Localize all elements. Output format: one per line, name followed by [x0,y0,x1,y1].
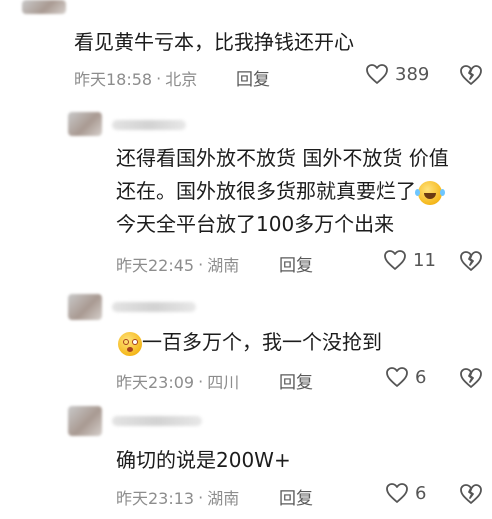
broken-heart-icon [459,250,483,272]
dislike-button[interactable] [459,250,483,272]
broken-heart-icon [459,64,483,86]
comment-text: 确切的说是200W+ [116,448,291,472]
heart-outline-icon [383,249,407,271]
comment-time: 昨天23:09 [116,373,195,392]
dislike-button[interactable] [459,64,483,86]
comment-location: 湖南 [207,256,240,275]
comment-time: 昨天18:58 [74,70,153,89]
dizzy-face-emoji [118,331,142,356]
username[interactable] [112,416,202,426]
comment-meta: 昨天23:13 · 湖南 [116,485,239,509]
reply-button[interactable]: 回复 [279,368,313,393]
like-count: 6 [415,482,427,504]
meta-separator: · [198,487,204,507]
comment-meta: 昨天18:58 · 北京 [74,66,197,90]
meta-separator: · [156,68,162,88]
laughing-tears-emoji [415,180,442,205]
meta-separator: · [198,254,204,274]
username[interactable] [112,302,196,312]
like-count: 6 [415,366,427,388]
reply-button[interactable]: 回复 [279,484,313,509]
heart-outline-icon [385,366,409,388]
comment-time: 昨天23:13 [116,489,195,508]
like-count: 11 [413,249,436,271]
broken-heart-icon [459,483,483,505]
reply-button[interactable]: 回复 [236,65,270,90]
reply-button[interactable]: 回复 [279,251,313,276]
heart-outline-icon [365,63,389,85]
comment-location: 四川 [207,373,240,392]
comment-meta: 昨天23:09 · 四川 [116,369,239,393]
comment-location: 湖南 [207,489,240,508]
comment-time: 昨天22:45 [116,256,195,275]
avatar[interactable] [68,406,102,436]
broken-heart-icon [459,367,483,389]
meta-separator: · [198,371,204,391]
heart-outline-icon [385,482,409,504]
username[interactable] [112,120,186,130]
like-count: 389 [395,63,430,85]
avatar[interactable] [22,0,66,14]
comment-location: 北京 [165,70,198,89]
comment-text: 还得看国外放不放货 国外不放货 价值 还在。国外放很多货那就真要烂了 今天全平台… [116,146,449,236]
avatar[interactable] [68,112,102,136]
like-button[interactable]: 6 [385,366,426,388]
comment-meta: 昨天22:45 · 湖南 [116,252,239,276]
comment-text: 看见黄牛亏本，比我挣钱还开心 [74,30,354,54]
avatar[interactable] [68,294,102,320]
dislike-button[interactable] [459,483,483,505]
like-button[interactable]: 11 [383,249,436,271]
dislike-button[interactable] [459,367,483,389]
comment-text: 一百多万个，我一个没抢到 [116,326,382,359]
like-button[interactable]: 6 [385,482,426,504]
like-button[interactable]: 389 [365,63,429,85]
comment-thread: 看见黄牛亏本，比我挣钱还开心 昨天18:58 · 北京 回复 389 还得看国外… [0,0,492,519]
